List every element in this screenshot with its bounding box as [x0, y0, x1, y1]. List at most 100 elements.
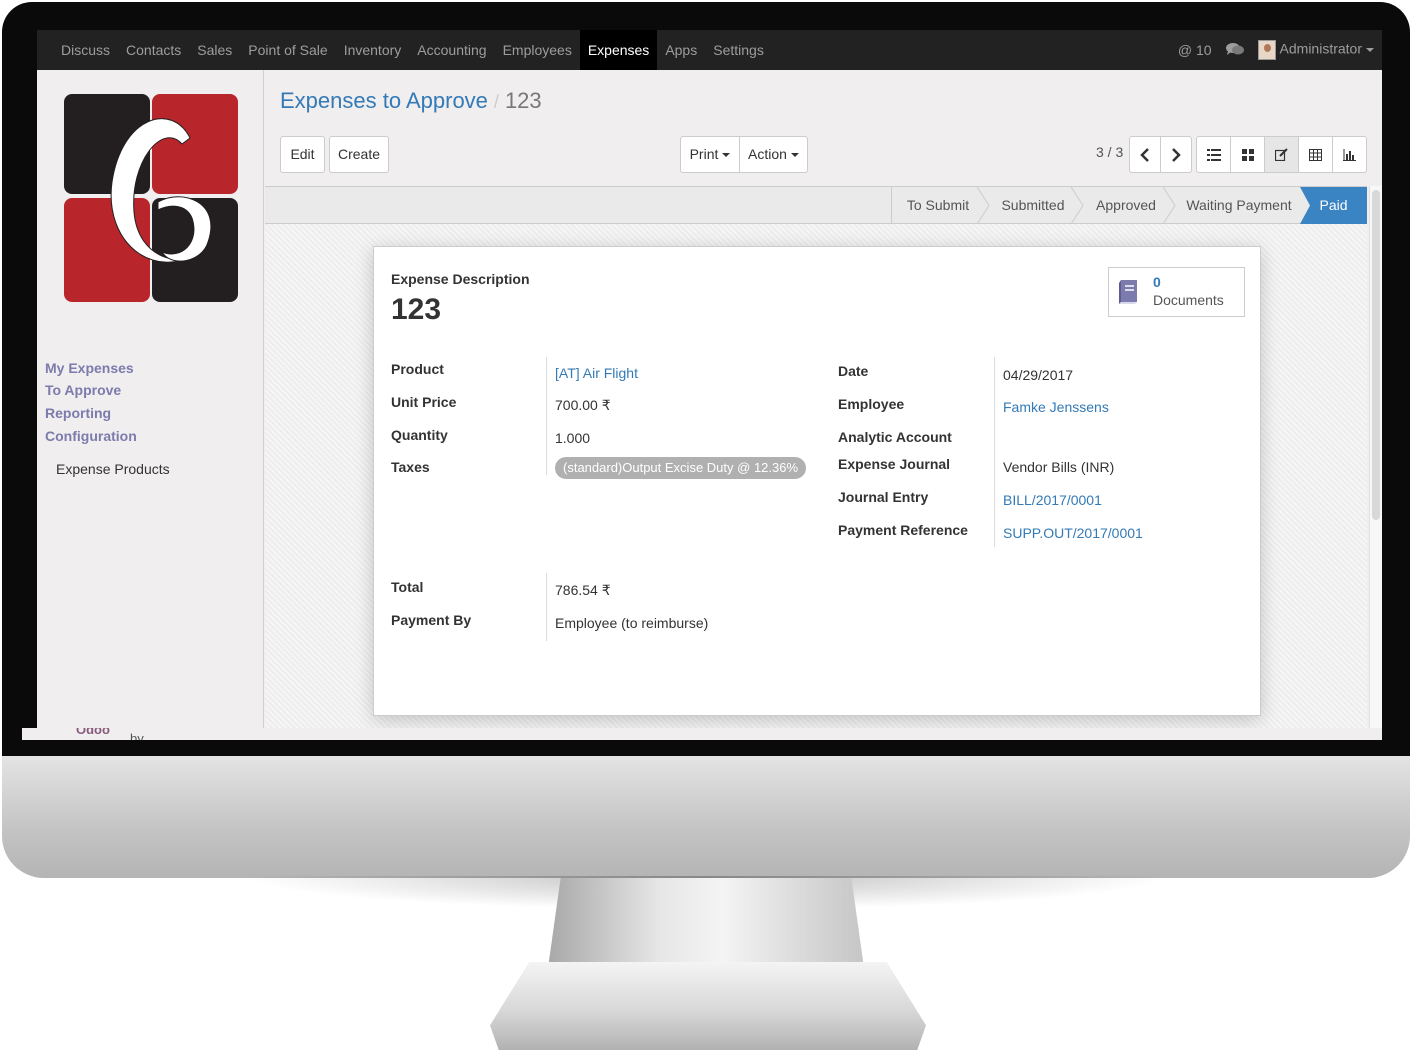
form-sheet: Expense Description 123 0 Documents Prod… [373, 246, 1261, 716]
screen: Discuss Contacts Sales Point of Sale Inv… [37, 30, 1382, 728]
sidebar-item-configuration[interactable]: Configuration [45, 428, 137, 444]
quantity-value: 1.000 [555, 430, 591, 446]
documents-count: 0 [1153, 274, 1161, 290]
employee-label: Employee [838, 396, 905, 412]
chevron-left-icon [1140, 148, 1149, 162]
chevron-down-icon [1366, 48, 1374, 52]
menu-apps[interactable]: Apps [657, 30, 705, 70]
description-label: Expense Description [391, 271, 530, 287]
pager-next-button[interactable] [1160, 136, 1192, 173]
menu-employees[interactable]: Employees [495, 30, 580, 70]
menu-discuss[interactable]: Discuss [53, 30, 118, 70]
documents-button[interactable]: 0 Documents [1108, 267, 1245, 317]
control-panel: Expenses to Approve/123 Edit Create Prin… [265, 70, 1382, 186]
unit-price-label: Unit Price [391, 394, 457, 410]
menu-sales[interactable]: Sales [189, 30, 240, 70]
total-label: Total [391, 579, 424, 595]
stage-arrow [1163, 187, 1176, 224]
stage-waiting-payment[interactable]: Waiting Payment [1177, 187, 1301, 224]
chat-icon[interactable] [1225, 42, 1244, 59]
list-view-button[interactable] [1196, 136, 1231, 173]
date-label: Date [838, 363, 869, 379]
stage-submitted[interactable]: Submitted [991, 187, 1075, 224]
chevron-down-icon [790, 153, 799, 158]
pivot-view-button[interactable] [1298, 136, 1333, 173]
action-dropdown[interactable]: Action [739, 136, 808, 173]
app-menu: Discuss Contacts Sales Point of Sale Inv… [53, 30, 772, 70]
taxes-label: Taxes [391, 459, 430, 475]
date-value: 04/29/2017 [1003, 367, 1074, 383]
unit-price-value: 700.00 ₹ [555, 397, 611, 413]
print-label: Print [689, 146, 719, 162]
total-value: 786.54 ₹ [555, 582, 611, 598]
field-divider [994, 357, 995, 547]
breadcrumb-separator: / [493, 92, 499, 112]
quantity-label: Quantity [391, 427, 448, 443]
stage-approved[interactable]: Approved [1085, 187, 1167, 224]
product-value[interactable]: [AT] Air Flight [555, 365, 638, 381]
mentions-counter[interactable]: @ 10 [1178, 42, 1212, 58]
book-icon [1119, 280, 1137, 304]
form-view: Expense Description 123 0 Documents Prod… [265, 224, 1367, 728]
analytic-account-label: Analytic Account [838, 429, 952, 445]
payment-by-label: Payment By [391, 612, 472, 628]
action-label: Action [748, 146, 787, 162]
form-view-button[interactable] [1264, 136, 1299, 173]
menu-accounting[interactable]: Accounting [409, 30, 494, 70]
stage-arrow [1071, 187, 1084, 224]
journal-entry-label: Journal Entry [838, 489, 929, 505]
edit-icon [1274, 148, 1288, 162]
powered-by: Powered by Odoo [76, 728, 181, 740]
breadcrumb-current: 123 [504, 88, 542, 113]
breadcrumb: Expenses to Approve/123 [280, 88, 542, 114]
powered-by-brand[interactable]: Odoo [76, 728, 110, 737]
payment-by-value: Employee (to reimburse) [555, 615, 709, 631]
scrollbar[interactable] [1369, 186, 1382, 728]
menu-expenses[interactable]: Expenses [579, 30, 658, 70]
menu-contacts[interactable]: Contacts [118, 30, 189, 70]
expense-description[interactable]: 123 [391, 293, 441, 327]
sidebar: My Expenses To Approve Reporting Configu… [37, 70, 264, 728]
table-icon [1309, 149, 1322, 161]
stage-to-submit[interactable]: To Submit [893, 187, 983, 224]
stage-paid[interactable]: Paid [1300, 187, 1367, 224]
avatar [1257, 40, 1276, 60]
print-dropdown[interactable]: Print [680, 136, 740, 173]
chevron-right-icon [1172, 148, 1181, 162]
kanban-view-button[interactable] [1230, 136, 1265, 173]
list-icon [1206, 149, 1221, 161]
tax-tag: (standard)Output Excise Duty @ 12.36% [555, 457, 807, 479]
company-logo [64, 94, 238, 302]
sidebar-item-reporting[interactable]: Reporting [45, 405, 111, 421]
payment-reference-value[interactable]: SUPP.OUT/2017/0001 [1003, 525, 1143, 541]
menu-point-of-sale[interactable]: Point of Sale [240, 30, 335, 70]
create-button[interactable]: Create [329, 136, 389, 173]
menu-inventory[interactable]: Inventory [336, 30, 410, 70]
bar-chart-icon [1343, 149, 1356, 161]
graph-view-button[interactable] [1332, 136, 1367, 173]
status-bar: To Submit Submitted Approved Waiting Pay… [265, 186, 1367, 224]
user-name: Administrator [1279, 40, 1362, 57]
expense-journal-label: Expense Journal [838, 456, 951, 472]
field-divider [546, 573, 547, 641]
monitor-stand-foot [490, 962, 926, 1050]
employee-value[interactable]: Famke Jenssens [1003, 399, 1109, 415]
systray: @ 10 Administrator [1178, 30, 1374, 70]
sidebar-item-my-expenses[interactable]: My Expenses [45, 360, 134, 376]
stage-arrow [977, 187, 990, 224]
journal-entry-value[interactable]: BILL/2017/0001 [1003, 492, 1102, 508]
breadcrumb-parent[interactable]: Expenses to Approve [280, 88, 488, 113]
status-divider [891, 187, 892, 224]
powered-by-text: Powered by [130, 728, 181, 740]
scrollbar-thumb[interactable] [1372, 190, 1380, 520]
pager-value[interactable]: 3 / 3 [1096, 144, 1123, 160]
pager-previous-button[interactable] [1129, 136, 1161, 173]
sidebar-item-expense-products[interactable]: Expense Products [56, 461, 170, 477]
user-menu[interactable]: Administrator [1257, 40, 1374, 60]
powered-by-strip: Powered by Odoo [22, 728, 1382, 740]
create-button-label: Create [337, 146, 381, 162]
sidebar-item-to-approve[interactable]: To Approve [45, 382, 121, 398]
monitor-stand-neck [548, 878, 864, 968]
edit-button[interactable]: Edit [280, 136, 325, 173]
menu-settings[interactable]: Settings [705, 30, 772, 70]
